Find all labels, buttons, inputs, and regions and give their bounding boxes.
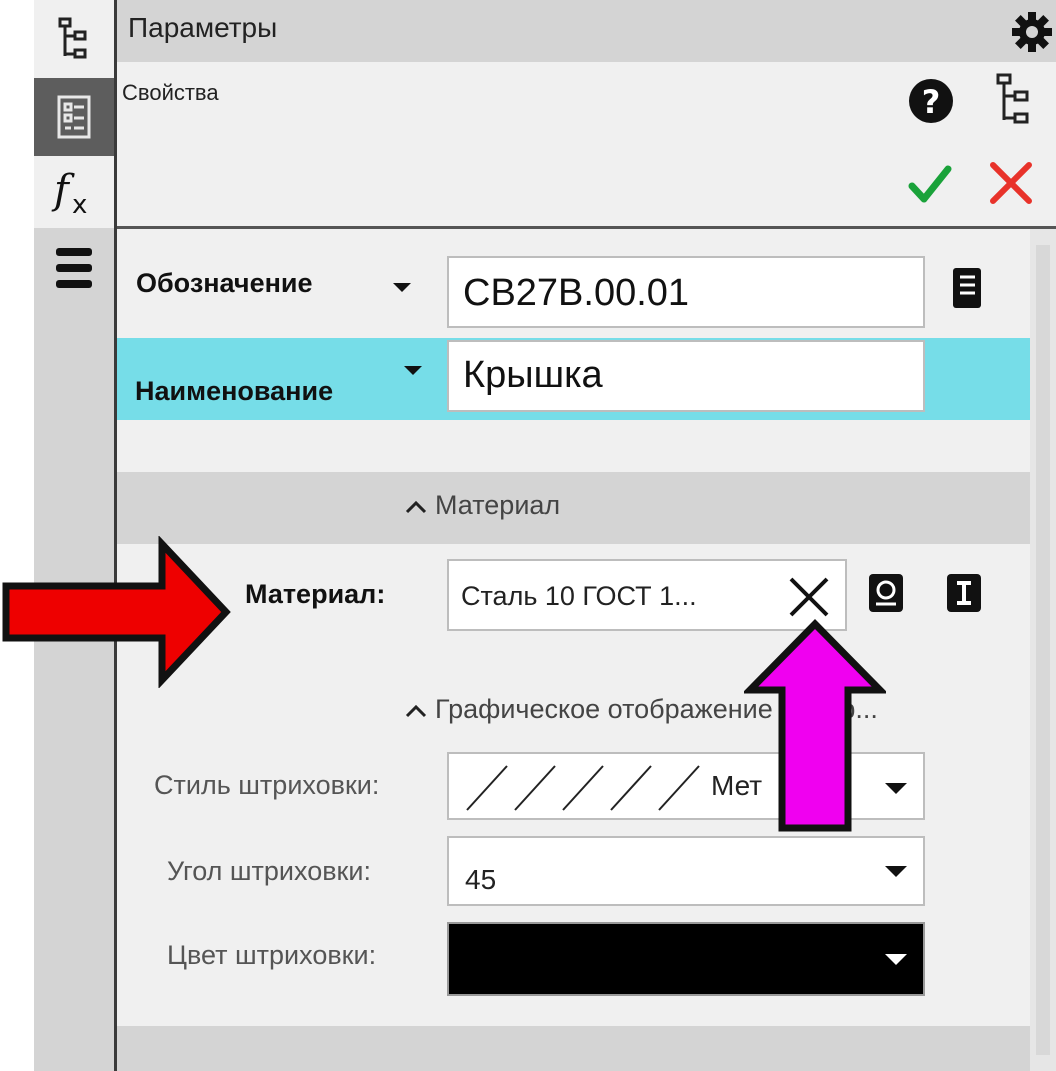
material-label: Материал: — [245, 579, 386, 609]
hatch-color-select[interactable] — [447, 922, 925, 996]
properties-icon[interactable] — [34, 82, 114, 152]
dropdown-arrow-icon — [885, 866, 907, 877]
scrollbar-thumb[interactable] — [1036, 245, 1050, 1055]
material-properties-icon[interactable] — [944, 571, 984, 615]
svg-text:?: ? — [922, 83, 941, 121]
help-icon[interactable]: ? — [907, 77, 955, 125]
name-dropdown-icon[interactable] — [404, 366, 422, 375]
hatch-angle-label: Угол штриховки: — [167, 856, 371, 886]
gear-icon[interactable] — [1010, 10, 1054, 54]
next-section-header[interactable] — [117, 1026, 1030, 1071]
tree-structure-icon[interactable] — [995, 72, 1035, 128]
notebook-icon[interactable] — [950, 266, 984, 312]
designation-field[interactable]: СВ27В.00.01 — [447, 256, 925, 328]
hatch-angle-select[interactable]: 45 — [447, 836, 925, 906]
properties-label: Свойства — [122, 80, 219, 105]
hatch-style-label: Стиль штриховки: — [154, 770, 380, 800]
clear-icon[interactable] — [787, 575, 831, 619]
dropdown-arrow-icon — [885, 783, 907, 794]
designation-dropdown-icon[interactable] — [393, 283, 411, 292]
collapse-chevron-icon — [405, 490, 427, 521]
hatch-angle-value: 45 — [465, 864, 497, 895]
magenta-arrow-annotation — [744, 619, 886, 832]
material-section-title[interactable]: Материал — [405, 490, 560, 521]
material-value: Сталь 10 ГОСТ 1... — [461, 581, 697, 611]
menu-icon[interactable] — [34, 240, 114, 296]
red-arrow-annotation — [2, 536, 231, 688]
panel-title: Параметры — [128, 12, 278, 43]
material-section-header[interactable] — [117, 472, 1030, 544]
material-library-icon[interactable] — [866, 571, 906, 615]
name-value: Крышка — [463, 354, 603, 396]
hatch-color-label: Цвет штриховки: — [167, 940, 377, 970]
material-section-label: Материал — [435, 490, 561, 520]
designation-value: СВ27В.00.01 — [463, 272, 690, 314]
cancel-icon[interactable] — [988, 160, 1034, 206]
name-field[interactable]: Крышка — [447, 340, 925, 412]
designation-label: Обозначение — [136, 268, 313, 298]
dropdown-arrow-icon — [885, 954, 907, 965]
accept-icon[interactable] — [908, 162, 952, 206]
hatch-pattern-preview — [466, 765, 700, 811]
collapse-chevron-icon — [405, 694, 427, 725]
tree-icon[interactable] — [34, 8, 114, 70]
function-icon[interactable]: f x — [34, 160, 114, 222]
svg-text:x: x — [72, 190, 87, 219]
name-label: Наименование — [135, 376, 334, 406]
